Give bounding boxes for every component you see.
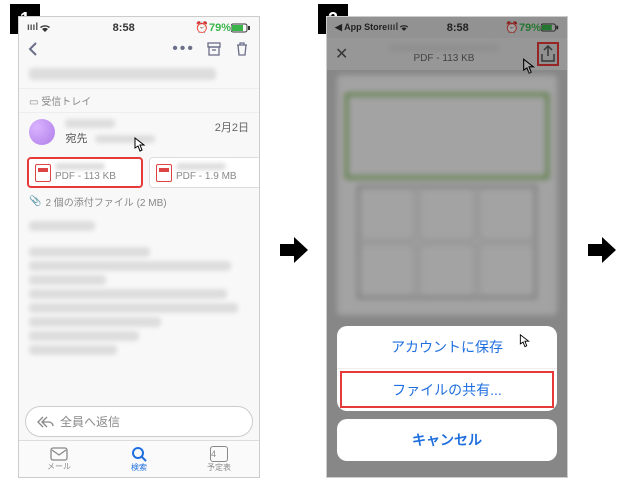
tab-mail[interactable]: メール xyxy=(19,441,99,477)
archive-button[interactable] xyxy=(205,40,223,58)
arrow-right-icon xyxy=(588,235,612,265)
message-body xyxy=(19,211,259,365)
nav-bar: ••• xyxy=(19,38,259,60)
pdf-icon xyxy=(35,164,51,182)
attachment-1-name-blur xyxy=(55,163,105,170)
trash-button[interactable] xyxy=(233,40,251,58)
calendar-icon: 4 xyxy=(210,446,228,462)
attachment-1-size: PDF - 113 KB xyxy=(55,171,116,182)
paperclip-icon: 📎 xyxy=(29,196,41,207)
attachment-1[interactable]: PDF - 113 KB xyxy=(27,157,143,188)
from-blur xyxy=(65,119,115,128)
attachment-2-size: PDF - 1.9 MB xyxy=(176,171,237,182)
cancel-button[interactable]: キャンセル xyxy=(337,419,557,461)
reply-all-bar[interactable]: 全員へ返信 xyxy=(25,406,253,437)
battery-icon xyxy=(231,23,251,33)
mail-icon xyxy=(50,447,68,461)
folder-icon: ▭ xyxy=(29,97,38,108)
battery-percent: 79% xyxy=(209,22,231,34)
pointer-cursor-icon xyxy=(127,135,151,159)
tab-bar: メール 検索 4 予定表 xyxy=(19,440,259,477)
message-date: 2月2日 xyxy=(215,119,249,135)
attachment-2-name-blur xyxy=(176,163,226,170)
arrow-right-icon xyxy=(280,235,304,265)
recipient-label: 宛先 xyxy=(65,133,87,145)
more-button[interactable]: ••• xyxy=(172,40,195,58)
pdf-icon xyxy=(156,164,172,182)
attachment-count: 📎 2 個の添付ファイル (2 MB) xyxy=(19,192,259,211)
phone-1: ıııl 8:58 ⏰ 79% ••• ▭ 受信トレイ 宛先 2月2日 xyxy=(18,16,260,478)
folder-label: ▭ 受信トレイ xyxy=(19,88,259,113)
action-sheet: アカウントに保存 ファイルの共有... キャンセル xyxy=(337,326,557,469)
pointer-cursor-icon xyxy=(513,332,537,356)
save-to-account-button[interactable]: アカウントに保存 xyxy=(337,326,557,368)
search-icon xyxy=(131,446,147,462)
status-bar: ıııl 8:58 ⏰ 79% xyxy=(19,17,259,38)
tab-calendar[interactable]: 4 予定表 xyxy=(179,441,259,477)
avatar xyxy=(29,119,55,145)
reply-all-icon xyxy=(36,416,54,428)
phone-2: ◀ App Store ıııl 8:58 ⏰ 79% ✕ PDF - 113 … xyxy=(326,16,568,478)
share-file-button[interactable]: ファイルの共有... xyxy=(337,368,557,411)
tab-search[interactable]: 検索 xyxy=(99,441,179,477)
clock: 8:58 xyxy=(52,22,195,34)
message-header[interactable]: 宛先 2月2日 xyxy=(19,113,259,153)
signal-icon: ıııl xyxy=(27,22,38,33)
subject-blur xyxy=(29,68,216,80)
alarm-icon: ⏰ xyxy=(195,21,209,34)
back-button[interactable] xyxy=(27,41,39,57)
wifi-icon xyxy=(38,23,52,33)
attachment-2[interactable]: PDF - 1.9 MB xyxy=(149,157,260,188)
